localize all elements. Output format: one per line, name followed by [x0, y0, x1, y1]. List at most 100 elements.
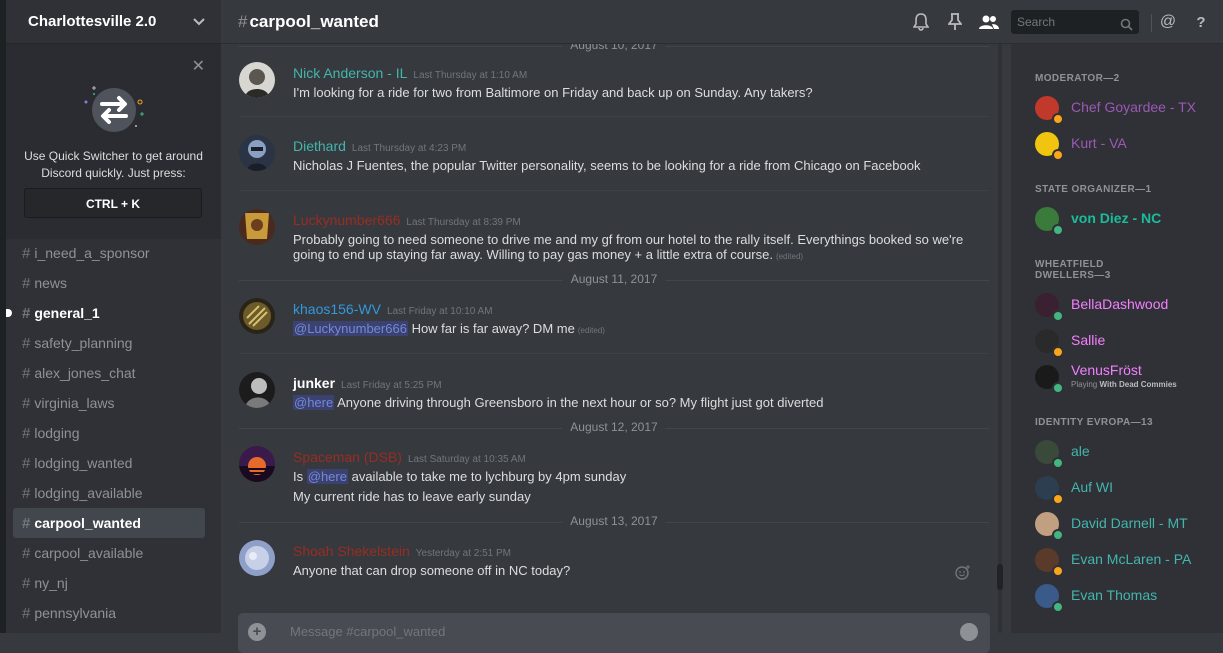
message-author[interactable]: Luckynumber666 [293, 212, 400, 228]
avatar [1035, 584, 1064, 613]
member-name: VenusFröst [1071, 362, 1142, 378]
avatar[interactable] [239, 135, 275, 171]
bell-icon[interactable] [911, 12, 931, 32]
member-item[interactable]: BellaDashwood [1035, 290, 1215, 322]
channel-title: # carpool_wanted [238, 12, 379, 32]
server-name: Charlottesville 2.0 [28, 13, 157, 30]
avatar [1035, 293, 1064, 322]
member-name: Evan Thomas [1071, 587, 1158, 603]
shortcut-key: CTRL + K [24, 188, 202, 218]
member-item[interactable]: von Diez - NC [1035, 204, 1215, 236]
avatar[interactable] [239, 209, 275, 245]
message-author[interactable]: Nick Anderson - IL [293, 65, 407, 81]
channel-label: i_need_a_sponsor [34, 245, 150, 261]
channel-lodging[interactable]: # lodging [13, 418, 205, 448]
member-name: von Diez - NC [1071, 210, 1162, 226]
role-header: STATE ORGANIZER—1 [1035, 184, 1152, 195]
channel-label: lodging [34, 425, 80, 441]
message-text: Anyone that can drop someone off in NC t… [293, 563, 571, 578]
server-header[interactable]: Charlottesville 2.0 [6, 0, 221, 44]
add-reaction-icon[interactable] [955, 564, 971, 584]
member-item[interactable]: Evan Thomas [1035, 581, 1215, 613]
message-author[interactable]: Diethard [293, 138, 346, 154]
avatar [1035, 132, 1064, 161]
channel-pennsylvania[interactable]: # pennsylvania [13, 598, 205, 628]
message-text: Nicholas J Fuentes, the popular Twitter … [293, 158, 921, 173]
chevron-down-icon [193, 15, 205, 29]
user-mention[interactable]: @Luckynumber666 [293, 321, 408, 336]
edited-marker: (edited) [775, 252, 804, 261]
member-name: Kurt - VA [1071, 135, 1127, 151]
status-idle-icon [1052, 493, 1064, 505]
member-item[interactable]: ale [1035, 437, 1215, 469]
member-name: Sallie [1071, 332, 1106, 348]
channel-label: virginia_laws [34, 395, 115, 411]
channel-carpool-wanted[interactable]: # carpool_wanted [13, 508, 205, 538]
channel-label: safety_planning [34, 335, 133, 351]
scrollbar[interactable] [995, 44, 1005, 633]
avatar [1035, 365, 1064, 394]
avatar[interactable] [239, 298, 275, 334]
message-text: My current ride has to leave early sunda… [293, 489, 531, 504]
close-icon[interactable]: ✕ [192, 56, 205, 76]
member-list: MODERATOR—2 Chef Goyardee - TX Kurt - VA ST… [1011, 44, 1223, 633]
message-input[interactable]: + Message #carpool_wanted [238, 613, 990, 653]
help-icon[interactable]: ? [1191, 12, 1211, 32]
channel-alex-jones-chat[interactable]: # alex_jones_chat [13, 358, 205, 388]
avatar[interactable] [239, 372, 275, 408]
member-item[interactable]: VenusFröst Playing With Dead Commies [1035, 362, 1215, 394]
message-author[interactable]: khaos156-WV [293, 301, 381, 317]
message-text-line: going to end up staying far away. Willin… [293, 247, 803, 262]
channel-lodging-wanted[interactable]: # lodging_wanted [13, 448, 205, 478]
channel-general-1[interactable]: # general_1 [6, 298, 205, 328]
message-list: August 10, 2017 Nick Anderson - IL Last T… [221, 44, 1011, 633]
quick-switcher-icon [80, 74, 148, 142]
date-label: August 13, 2017 [562, 514, 666, 528]
search-placeholder: Search [1017, 15, 1056, 29]
status-online-icon [1052, 529, 1064, 541]
channel-safety-planning[interactable]: # safety_planning [13, 328, 205, 358]
message-author[interactable]: junker [293, 375, 335, 391]
here-mention[interactable]: @here [293, 395, 335, 410]
here-mention[interactable]: @here [306, 469, 348, 484]
member-item[interactable]: Sallie [1035, 326, 1215, 358]
channel-news[interactable]: # news [13, 268, 205, 298]
date-label: August 10, 2017 [562, 44, 666, 52]
avatar [1035, 548, 1064, 577]
member-name: BellaDashwood [1071, 296, 1169, 312]
search-input[interactable]: Search [1011, 10, 1139, 34]
avatar [1035, 476, 1064, 505]
member-item[interactable]: David Darnell - MT [1035, 509, 1215, 541]
status-online-icon [1052, 457, 1064, 469]
mentions-icon[interactable]: @ [1158, 12, 1178, 32]
message-author[interactable]: Spaceman (DSB) [293, 449, 402, 465]
avatar[interactable] [239, 62, 275, 98]
member-item[interactable]: Evan McLaren - PA [1035, 545, 1215, 577]
message-text: I'm looking for a ride for two from Balt… [293, 85, 813, 100]
status-online-icon [1052, 382, 1064, 394]
message-author[interactable]: Shoah Shekelstein [293, 543, 410, 559]
member-list-icon[interactable] [979, 12, 999, 32]
channel-carpool-available[interactable]: # carpool_available [13, 538, 205, 568]
emoji-icon[interactable] [960, 623, 978, 641]
member-item[interactable]: Auf WI [1035, 473, 1215, 505]
upload-plus-icon[interactable]: + [248, 623, 266, 641]
pin-icon[interactable] [945, 12, 965, 32]
activity-prefix: Playing [1071, 380, 1098, 389]
channel-label: carpool_wanted [34, 515, 141, 531]
member-item[interactable]: Chef Goyardee - TX [1035, 93, 1215, 125]
channel-virginia-laws[interactable]: # virginia_laws [13, 388, 205, 418]
channel-lodging-available[interactable]: # lodging_available [13, 478, 205, 508]
member-item[interactable]: Kurt - VA [1035, 129, 1215, 161]
quick-switcher-text: Use Quick Switcher to get around Discord… [24, 149, 203, 180]
avatar[interactable] [239, 446, 275, 482]
member-name: ale [1071, 443, 1090, 459]
status-online-icon [1052, 310, 1064, 322]
message-divider [239, 116, 989, 117]
scroll-thumb[interactable] [997, 564, 1003, 590]
hash-icon: # [22, 274, 31, 292]
avatar[interactable] [239, 540, 275, 576]
avatar [1035, 207, 1064, 236]
channel-i-need-a-sponsor[interactable]: # i_need_a_sponsor [13, 238, 205, 268]
channel-ny-nj[interactable]: # ny_nj [13, 568, 205, 598]
